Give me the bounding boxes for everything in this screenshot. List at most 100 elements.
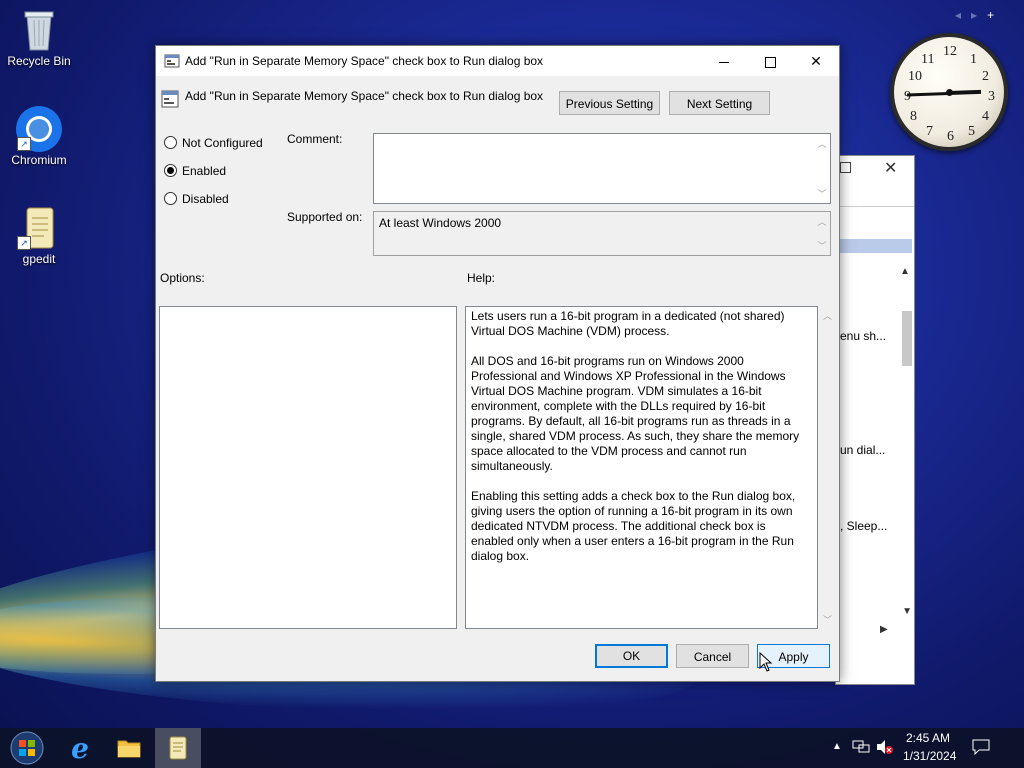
options-label: Options: (160, 271, 205, 285)
selected-row-highlight (840, 239, 912, 253)
policy-setting-dialog[interactable]: Add "Run in Separate Memory Space" check… (155, 45, 840, 682)
scroll-down-icon[interactable]: ▼ (902, 606, 912, 617)
list-item[interactable]: enu sh... (840, 329, 886, 343)
maximize-icon[interactable] (840, 162, 851, 173)
radio-not-configured[interactable]: Not Configured (164, 134, 263, 152)
options-panel (159, 306, 457, 629)
clock-number: 3 (988, 89, 995, 104)
maximize-icon (764, 56, 776, 68)
gpedit-icon (169, 736, 187, 760)
clock-number: 12 (943, 44, 957, 59)
desktop-icon-recycle-bin[interactable]: Recycle Bin (1, 6, 77, 68)
desktop-icon-label: Recycle Bin (7, 54, 71, 68)
scroll-down-icon[interactable]: ﹀ (814, 239, 830, 252)
radio-circle (164, 136, 177, 149)
cancel-button[interactable]: Cancel (676, 644, 749, 668)
chromium-icon: ↗ (16, 105, 62, 152)
close-button[interactable]: ✕ (793, 46, 839, 76)
clock-number: 2 (982, 69, 989, 84)
next-setting-button[interactable]: Next Setting (669, 91, 770, 115)
recycle-bin-icon (19, 6, 59, 51)
start-button[interactable] (4, 728, 50, 768)
comment-textarea[interactable]: ︿ ﹀ (373, 133, 831, 204)
clock-number: 6 (947, 129, 954, 144)
radio-circle-selected (164, 164, 177, 177)
radio-disabled[interactable]: Disabled (164, 190, 229, 208)
minimize-icon (719, 61, 729, 63)
scroll-down-icon[interactable]: ﹀ (814, 187, 830, 200)
help-scrollbar[interactable]: ︿ ﹀ (820, 306, 836, 629)
background-window-titlebar: ✕ (836, 156, 914, 207)
gpedit-scroll-icon: ↗ (17, 204, 59, 250)
network-icon[interactable] (852, 739, 870, 758)
close-icon[interactable]: ✕ (884, 158, 897, 178)
radio-label: Enabled (182, 164, 227, 178)
list-item[interactable]: , Sleep... (840, 519, 887, 533)
radio-circle (164, 192, 177, 205)
scroll-up-icon[interactable]: ︿ (823, 309, 832, 322)
scroll-down-icon[interactable]: ﹀ (823, 613, 832, 626)
taskbar[interactable]: e ▲ 2:45 AM 1/31/2024 (0, 728, 1024, 768)
clock-number: 7 (926, 124, 933, 139)
clock-date[interactable]: 1/31/2024 (903, 749, 956, 763)
file-explorer-icon (117, 740, 141, 758)
taskbar-file-explorer[interactable] (106, 728, 152, 768)
supported-scrollbar[interactable]: ︿ ﹀ (814, 212, 830, 255)
policy-icon (164, 53, 180, 72)
shortcut-arrow-icon: ↗ (17, 236, 31, 250)
clock-gadget[interactable]: 12 1 2 3 4 5 6 7 8 9 10 11 (890, 33, 1008, 151)
clock-number: 5 (968, 124, 975, 139)
desktop-icon-chromium[interactable]: ↗ Chromium (1, 105, 77, 167)
comment-scrollbar[interactable]: ︿ ﹀ (814, 134, 830, 203)
next-glyph[interactable]: ▸ (971, 8, 987, 22)
previous-setting-button[interactable]: Previous Setting (559, 91, 660, 115)
supported-on-field: At least Windows 2000 ︿ ﹀ (373, 211, 831, 256)
taskbar-internet-explorer[interactable]: e (57, 728, 103, 768)
help-paragraph: Enabling this setting adds a check box t… (471, 489, 796, 563)
desktop-icon-label: gpedit (22, 252, 56, 266)
background-window[interactable]: ✕ ▲ enu sh... un dial... , Sleep... ▼ ▶ (835, 155, 915, 685)
dialog-title: Add "Run in Separate Memory Space" check… (185, 54, 544, 68)
add-gadget-glyph[interactable]: + (987, 8, 1004, 22)
setting-title: Add "Run in Separate Memory Space" check… (185, 89, 544, 103)
dialog-titlebar[interactable]: Add "Run in Separate Memory Space" check… (156, 46, 839, 76)
mouse-cursor-icon (759, 651, 773, 675)
clock-center (946, 89, 953, 96)
list-item[interactable]: un dial... (840, 443, 885, 457)
volume-muted-icon[interactable] (876, 739, 894, 758)
scroll-up-icon[interactable]: ▲ (900, 266, 912, 277)
minimize-button[interactable] (701, 46, 747, 76)
scroll-up-icon[interactable]: ︿ (814, 137, 830, 150)
ok-button[interactable]: OK (595, 644, 668, 668)
help-paragraph: Lets users run a 16-bit program in a ded… (471, 309, 785, 338)
prev-glyph[interactable]: ◂ (955, 8, 971, 22)
clock-number: 1 (970, 52, 977, 67)
scroll-right-icon[interactable]: ▶ (880, 624, 888, 635)
desktop-icon-gpedit[interactable]: ↗ gpedit (1, 204, 77, 266)
clock-hour-hand (948, 89, 982, 95)
scroll-thumb[interactable] (902, 311, 912, 366)
help-paragraph: All DOS and 16-bit programs run on Windo… (471, 354, 800, 473)
radio-enabled[interactable]: Enabled (164, 162, 226, 180)
supported-on-value: At least Windows 2000 (379, 216, 502, 230)
maximize-button[interactable] (747, 46, 793, 76)
show-hidden-icons-icon[interactable]: ▲ (832, 741, 842, 752)
taskbar-gpedit[interactable] (155, 728, 201, 768)
desktop-top-controls: ◂▸+ (955, 8, 1004, 22)
desktop-icon-label: Chromium (11, 153, 67, 167)
clock-number: 8 (910, 109, 917, 124)
help-label: Help: (467, 271, 496, 285)
clock-time[interactable]: 2:45 AM (906, 731, 950, 745)
comment-label: Comment: (287, 132, 343, 146)
help-panel: Lets users run a 16-bit program in a ded… (465, 306, 818, 629)
close-icon: ✕ (810, 53, 822, 69)
setting-icon (161, 90, 179, 111)
supported-on-label: Supported on: (287, 210, 363, 224)
clock-number: 10 (908, 69, 922, 84)
shortcut-arrow-icon: ↗ (17, 137, 31, 151)
action-center-icon[interactable] (972, 739, 990, 758)
internet-explorer-icon: e (71, 731, 89, 765)
help-text: Lets users run a 16-bit program in a ded… (471, 309, 811, 579)
clock-number: 9 (904, 89, 911, 104)
scroll-up-icon[interactable]: ︿ (814, 215, 830, 228)
